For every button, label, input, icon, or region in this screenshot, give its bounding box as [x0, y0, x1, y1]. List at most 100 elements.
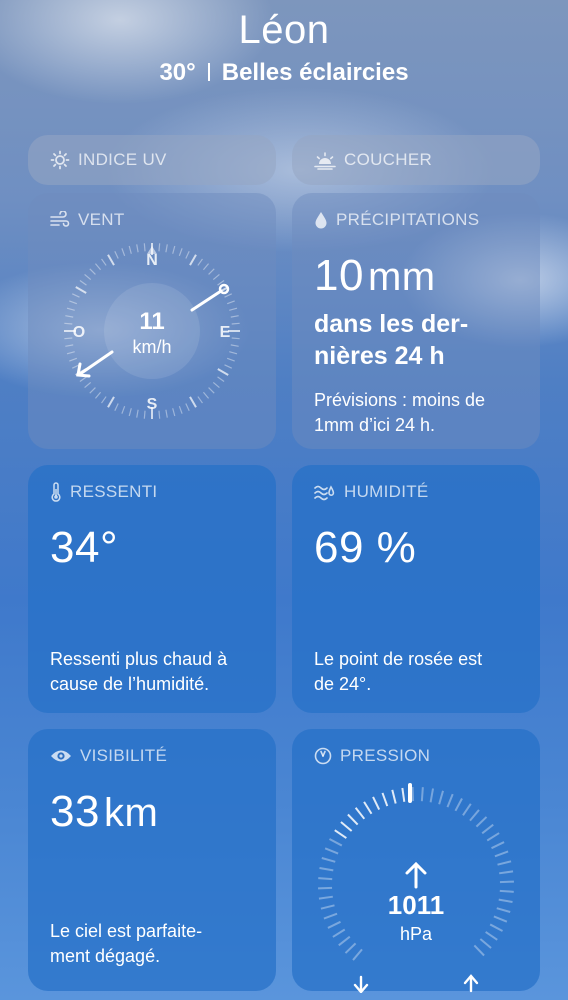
pressure-gauge-tick [489, 923, 503, 932]
visibility-label-row: VISIBILITÉ [50, 745, 254, 767]
compass-tick [75, 286, 87, 294]
eye-icon [51, 750, 71, 762]
compass-tick [84, 273, 92, 281]
visibility-card[interactable]: VISIBILITÉ 33 km Le ciel est parfaite- me… [28, 729, 276, 991]
sunset-icon [314, 152, 336, 170]
humidity-label: HUMIDITÉ [344, 482, 429, 501]
humidity-description: Le point de rosée est de 24°. [314, 647, 522, 697]
pressure-gauge-tick [324, 847, 339, 855]
pressure-gauge-tick [391, 789, 397, 804]
compass-tick [107, 254, 115, 266]
pressure-gauge-tick [485, 931, 498, 941]
pressure-gauge-tick [332, 928, 346, 938]
compass-tick [178, 405, 183, 414]
compass-tick [226, 300, 235, 305]
compass-tick [64, 322, 73, 325]
sunset-card[interactable]: COUCHER [292, 135, 540, 185]
feels-like-description: Ressenti plus chaud à cause de l’humidit… [50, 647, 258, 697]
compass-south-label: S [147, 396, 158, 413]
sun-icon [50, 150, 70, 170]
pressure-gauge-tick [338, 935, 351, 947]
compass-tick [208, 268, 215, 275]
pressure-gauge-tick [321, 857, 336, 863]
pressure-gauge-tick [340, 821, 353, 832]
feels-like-label-row: RESSENTI [50, 481, 254, 503]
current-condition: Belles éclaircies [221, 59, 409, 86]
visibility-label: VISIBILITÉ [80, 746, 168, 765]
feels-like-card[interactable]: RESSENTI 34° Ressenti plus chaud à cause… [28, 465, 276, 713]
humidity-label-row: HUMIDITÉ [314, 481, 518, 503]
compass-tick [189, 396, 197, 408]
compass-tick [197, 258, 203, 266]
visibility-description: Le ciel est parfaite- ment dégagé. [50, 919, 258, 969]
compass-tick [185, 250, 190, 259]
precipitation-label: PRÉCIPITATIONS [336, 210, 480, 229]
pressure-gauge-tick [347, 813, 359, 826]
compass-tick [143, 410, 146, 419]
compass-tick [94, 391, 102, 399]
compass-tick [229, 351, 238, 355]
sunset-label: COUCHER [344, 150, 433, 169]
compass-tick [66, 307, 75, 311]
compass-tick [224, 293, 233, 298]
pressure-gauge-tick [372, 796, 381, 810]
compass-tick [128, 245, 132, 254]
pressure-gauge-tick [475, 816, 488, 828]
compass-tick [101, 396, 107, 404]
pressure-gauge-tick [381, 792, 389, 807]
compass-tick [208, 387, 215, 394]
compass-tick [165, 244, 168, 253]
compass-tick [79, 376, 87, 382]
compass-tick [229, 307, 238, 311]
pressure-card[interactable]: PRESSION 1011 hPa [292, 729, 540, 993]
humidity-description-line: de 24°. [314, 674, 372, 694]
precipitation-forecast-line: 1mm d’ici 24 h. [314, 415, 436, 435]
compass-tick [212, 381, 220, 389]
compass-tick [172, 245, 176, 254]
humidity-icon [314, 485, 335, 501]
pressure-gauge-tick [496, 907, 511, 913]
compass-tick [69, 300, 78, 305]
compass-tick [172, 408, 176, 417]
pressure-low-arrow-icon [353, 975, 369, 993]
raindrop-icon [315, 212, 327, 229]
compass-tick [230, 344, 239, 347]
pressure-value: 1011 [388, 890, 444, 920]
wind-card[interactable]: VENT N S E O 11 km/h [28, 193, 276, 449]
compass-tick [121, 405, 126, 414]
humidity-card[interactable]: HUMIDITÉ 69 % Le point de rosée est de 2… [292, 465, 540, 713]
precipitation-card[interactable]: PRÉCIPITATIONS 10 mm dans les der- nières… [292, 193, 540, 449]
precipitation-period-line: dans les der- [314, 310, 469, 338]
precipitation-period-line: nières 24 h [314, 342, 445, 370]
uv-index-label-row: INDICE UV [50, 149, 167, 171]
visibility-unit: km [103, 791, 159, 835]
humidity-value: 69 % [314, 523, 417, 572]
city-name: Léon [238, 8, 330, 52]
uv-index-label: INDICE UV [78, 150, 167, 169]
compass-tick [121, 248, 126, 257]
compass-tick [143, 243, 146, 252]
precipitation-label-row: PRÉCIPITATIONS [314, 209, 518, 231]
sunset-label-row: COUCHER [314, 149, 432, 171]
pressure-gauge-tick [344, 942, 357, 954]
wind-compass: N S E O 11 km/h [64, 243, 240, 419]
pressure-gauge: 1011 hPa [318, 783, 514, 993]
precipitation-unit: mm [367, 255, 436, 299]
pressure-gauge-tick [454, 798, 463, 812]
uv-index-card[interactable]: INDICE UV [28, 135, 276, 185]
compass-tick [158, 243, 161, 252]
compass-tick [107, 396, 115, 408]
compass-tick [64, 337, 73, 340]
pressure-gauge-tick [334, 829, 347, 839]
visibility-description-line: ment dégagé. [50, 946, 161, 966]
pressure-gauge-tick [446, 793, 454, 808]
pressure-gauge-icon [314, 747, 332, 765]
current-temperature: 30° [159, 59, 196, 86]
pressure-gauge-tick [319, 866, 334, 872]
pressure-gauge-tick [318, 895, 333, 900]
pressure-gauge-tick [499, 889, 514, 893]
precipitation-value: 10 [314, 251, 364, 300]
current-summary: 30° Belles éclaircies [0, 58, 568, 88]
compass-tick [178, 248, 183, 257]
wind-icon [50, 211, 70, 227]
